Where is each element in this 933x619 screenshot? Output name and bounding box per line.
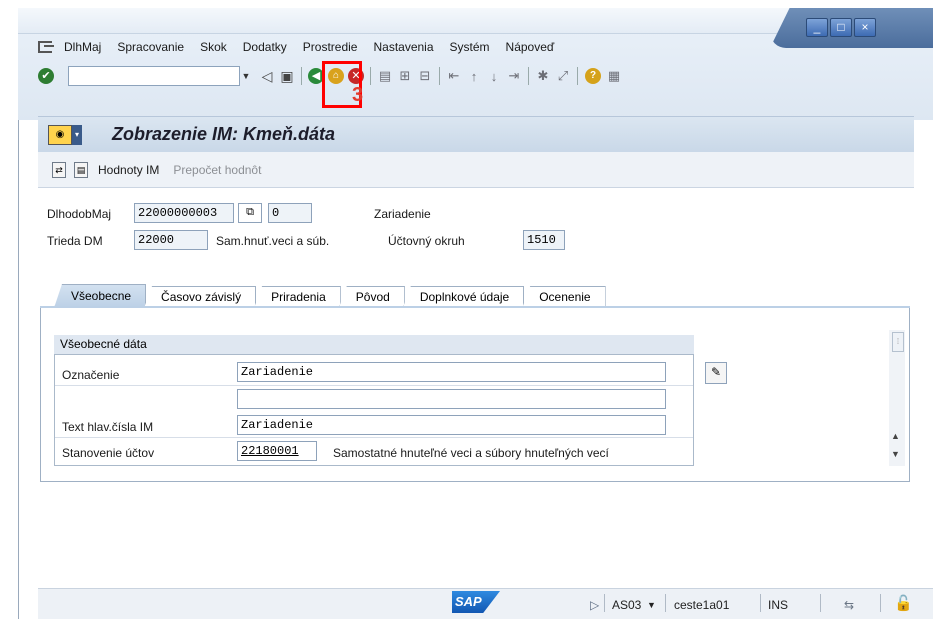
asset-description: Zariadenie — [374, 207, 431, 221]
subnumber-field[interactable]: 0 — [268, 203, 312, 223]
toolbar-separator — [577, 67, 578, 85]
toolbar-separator — [528, 67, 529, 85]
title-bar: ◉ ▾ Zobrazenie IM: Kmeň.dáta — [38, 116, 914, 152]
insert-mode: INS — [768, 598, 789, 612]
enter-checkmark-icon[interactable]: ✔ — [38, 68, 54, 84]
help-icon[interactable]: ? — [585, 68, 601, 84]
lock-icon[interactable]: 🔓 — [894, 594, 913, 612]
tab-vseobecne[interactable]: Všeobecne — [54, 284, 147, 308]
status-separator — [665, 594, 666, 612]
designation-label: Označenie — [62, 368, 120, 382]
menu-napoved[interactable]: Nápoveď — [506, 40, 555, 54]
account-determination-description: Samostatné hnuteľné veci a súbory hnuteľ… — [333, 446, 609, 460]
transaction-code: AS03 — [612, 598, 642, 612]
minimize-button[interactable]: _ — [806, 18, 828, 37]
status-separator — [760, 594, 761, 612]
tabstrip: Všeobecne Časovo závislý Priradenia Pôvo… — [54, 284, 606, 308]
status-expand-icon[interactable]: ▷ — [590, 598, 599, 612]
asset-number-field[interactable]: 22000000003 — [134, 203, 234, 223]
tab-panel-border — [40, 306, 910, 308]
menubar: DlhMaj Spracovanie Skok Dodatky Prostred… — [38, 34, 570, 60]
class-label: Trieda DM — [47, 234, 103, 248]
company-code-label: Účtovný okruh — [388, 234, 465, 248]
system-menu-icon[interactable]: ◉ — [48, 124, 72, 145]
account-determination-field[interactable]: 22180001 — [237, 441, 317, 461]
new-session-icon[interactable]: ✱ — [533, 68, 553, 84]
connection-icon: ⇆ — [844, 598, 855, 612]
tab-casovo-zavisly[interactable]: Časovo závislý — [144, 286, 257, 308]
save-icon[interactable]: ▣ — [277, 68, 297, 85]
layout-menu-icon[interactable]: ▦ — [604, 68, 624, 84]
recalculate-values-button: Prepočet hodnôt — [173, 162, 262, 177]
toolbar-separator — [439, 67, 440, 85]
standard-toolbar: ✔ ▼ ◁ ▣ ◀ ⌂ ✕ ▤ ⊞ ⊟ ⇤ ↑ ↓ ⇥ ✱ ⤢ ? ▦ — [38, 62, 918, 90]
account-determination-label: Stanovenie účtov — [62, 446, 155, 460]
collapse-arrow-icon[interactable]: ◁ — [257, 68, 277, 85]
row-divider — [55, 385, 693, 386]
close-button[interactable]: × — [854, 18, 876, 37]
status-separator — [604, 594, 605, 612]
first-page-icon[interactable]: ⇤ — [444, 68, 464, 84]
command-field[interactable] — [68, 66, 240, 86]
status-separator — [820, 594, 821, 612]
menu-skok[interactable]: Skok — [200, 40, 227, 54]
find-next-icon[interactable]: ⊟ — [415, 68, 435, 84]
system-info-dropdown-icon[interactable]: ▼ — [647, 600, 656, 610]
maximize-button[interactable]: □ — [830, 18, 852, 37]
scroll-down-icon[interactable]: ▼ — [891, 449, 900, 459]
callout-number: 3 — [352, 84, 364, 106]
asset-class-field[interactable]: 22000 — [134, 230, 208, 250]
asset-label: DlhodobMaj — [47, 207, 112, 221]
find-icon[interactable]: ⊞ — [395, 68, 415, 84]
class-description: Sam.hnuť.veci a súb. — [216, 234, 330, 248]
status-separator — [880, 594, 881, 612]
last-page-icon[interactable]: ⇥ — [504, 68, 524, 84]
asset-copy-icon[interactable]: ⧉ — [238, 203, 262, 223]
menu-dodatky[interactable]: Dodatky — [243, 40, 287, 54]
scroll-thumb[interactable]: ⁞ — [892, 332, 904, 352]
command-dropdown-icon[interactable]: ▼ — [239, 66, 253, 86]
tab-ocenenie[interactable]: Ocenenie — [522, 286, 606, 308]
previous-page-icon[interactable]: ↑ — [464, 69, 484, 84]
menu-system[interactable]: Systém — [450, 40, 490, 54]
shortcut-icon[interactable]: ⤢ — [553, 68, 573, 84]
tab-povod[interactable]: Pôvod — [338, 286, 405, 308]
next-page-icon[interactable]: ↓ — [484, 69, 504, 84]
main-text-label: Text hlav.čísla IM — [62, 420, 154, 434]
main-text-field[interactable]: Zariadenie — [237, 415, 666, 435]
print-icon[interactable]: ▤ — [375, 68, 395, 84]
tab-priradenia[interactable]: Priradenia — [254, 286, 341, 308]
toolbar-separator — [370, 67, 371, 85]
row-divider — [55, 437, 693, 438]
menu-spracovanie[interactable]: Spracovanie — [117, 40, 184, 54]
page-title: Zobrazenie IM: Kmeň.dáta — [112, 124, 336, 144]
server-name: ceste1a01 — [674, 598, 730, 612]
asset-values-button[interactable]: Hodnoty IM — [98, 163, 159, 177]
long-text-icon[interactable]: ✎ — [705, 362, 727, 384]
toolbar-separator — [301, 67, 302, 85]
menu-dlhmaj[interactable]: DlhMaj — [64, 40, 101, 54]
asset-values-icon[interactable]: ▤ — [74, 161, 88, 178]
menu-prostredie[interactable]: Prostredie — [303, 40, 358, 54]
menu-nastavenia[interactable]: Nastavenia — [373, 40, 433, 54]
display-change-icon[interactable]: ⇄ — [52, 161, 66, 178]
system-menu-dropdown-icon[interactable]: ▾ — [72, 124, 82, 145]
application-toolbar: ⇄ ▤ Hodnoty IM Prepočet hodnôt — [38, 152, 914, 188]
designation-line2-field[interactable] — [237, 389, 666, 409]
designation-field[interactable]: Zariadenie — [237, 362, 666, 382]
scroll-up-icon[interactable]: ▲ — [891, 431, 900, 441]
tab-doplnkove-udaje[interactable]: Doplnkové údaje — [402, 286, 525, 308]
menu-icon[interactable] — [38, 41, 54, 53]
company-code-field[interactable]: 1510 — [523, 230, 565, 250]
group-title: Všeobecné dáta — [54, 335, 694, 355]
